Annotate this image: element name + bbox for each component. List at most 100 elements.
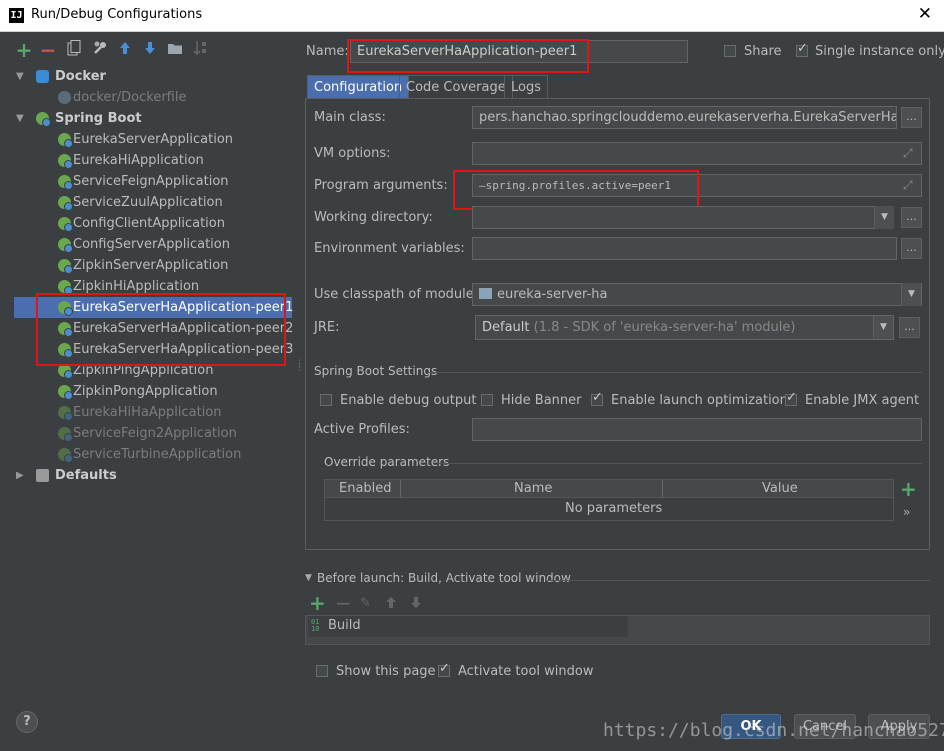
show-this-page-checkbox[interactable] [316,665,328,677]
vm-options-label: VM options: [314,146,391,161]
column-divider [662,480,663,497]
more-icon[interactable]: » [903,505,910,519]
apply-button[interactable]: Apply [868,714,930,739]
tree-node-docker[interactable]: ▼ Docker [14,66,292,87]
tree-item-config[interactable]: ConfigClientApplication [14,213,292,234]
jmx-agent-checkbox[interactable] [785,390,797,406]
move-task-up-icon[interactable] [385,596,397,613]
tree-item-config[interactable]: EurekaServerHaApplication-peer2 [14,318,293,339]
tab-logs[interactable]: Logs [504,75,548,98]
expand-icon[interactable]: ⤢ [903,146,913,161]
add-task-icon[interactable]: + [309,593,326,613]
environment-variables-browse-button[interactable]: ... [901,238,922,259]
main-class-input[interactable]: pers.hanchao.springclouddemo.eurekaserve… [472,106,897,129]
tab-configuration[interactable]: Configuration [307,75,410,98]
collapse-arrow-icon[interactable]: ▼ [305,573,312,583]
tree-item-config[interactable]: EurekaHiHaApplication [14,402,292,423]
column-header-enabled[interactable]: Enabled [339,481,392,496]
chevron-down-icon[interactable]: ▼ [901,283,921,306]
cancel-button[interactable]: Cancel [794,714,856,739]
move-task-down-icon[interactable] [410,596,422,613]
tree-item-config[interactable]: ServiceZuulApplication [14,192,292,213]
tree-item-config[interactable]: EurekaHiApplication [14,150,292,171]
single-instance-checkbox[interactable] [796,41,808,57]
debug-output-checkbox[interactable] [320,394,332,406]
jre-browse-button[interactable]: ... [899,317,920,338]
tree-item-label: ZipkinHiApplication [73,279,200,294]
program-arguments-input[interactable]: —spring.profiles.active=peer1 [472,174,922,197]
expanded-arrow-icon[interactable]: ▼ [16,66,24,87]
help-icon[interactable]: ? [16,711,38,733]
module-folder-icon [479,288,492,299]
tree-item-config[interactable]: EurekaServerHaApplication-peer1 [14,297,293,318]
spring-boot-icon [58,322,73,337]
tree-item-config[interactable]: EurekaServerApplication [14,129,292,150]
hide-banner-checkbox[interactable] [481,394,493,406]
expanded-arrow-icon[interactable]: ▼ [16,108,24,129]
spring-boot-icon [58,301,73,316]
working-directory-input[interactable] [472,206,894,229]
folder-icon[interactable] [165,40,185,60]
expand-icon[interactable]: ⤢ [903,178,913,193]
tree-item-config[interactable]: ZipkinServerApplication [14,255,292,276]
environment-variables-input[interactable] [472,237,897,260]
title-bar: IJ Run/Debug Configurations ✕ [0,0,944,32]
tree-item-label: ZipkinPingApplication [73,363,214,378]
tree-item-label: EurekaHiHaApplication [73,405,222,420]
activate-tool-window-checkbox[interactable] [438,661,450,677]
collapsed-arrow-icon[interactable]: ▶ [16,465,24,486]
active-profiles-input[interactable] [472,418,922,441]
chevron-down-icon[interactable]: ▼ [873,316,893,339]
tree-item-config[interactable]: ZipkinHiApplication [14,276,292,297]
debug-output-label: Enable debug output [340,393,477,408]
spring-boot-icon [58,175,73,190]
sort-icon[interactable] [190,40,210,60]
working-directory-browse-button[interactable]: ... [901,207,922,228]
column-header-name[interactable]: Name [514,481,552,496]
add-parameter-icon[interactable]: + [900,479,917,499]
dockerfile-error-icon [58,91,71,104]
spring-boot-icon [58,364,73,379]
chevron-down-icon[interactable]: ▼ [874,206,894,229]
tree-node-label: Defaults [55,468,117,483]
override-parameters-title: Override parameters [324,455,450,469]
add-icon[interactable]: + [14,40,34,60]
launch-optimization-label: Enable launch optimization [611,393,788,408]
move-down-icon[interactable] [140,40,160,60]
tree-item-dockerfile[interactable]: docker/Dockerfile [14,87,292,108]
move-up-icon[interactable] [115,40,135,60]
activate-tool-window-label: Activate tool window [458,664,594,679]
copy-icon[interactable] [64,40,84,60]
tree-item-config[interactable]: ZipkinPingApplication [14,360,292,381]
tree-item-config[interactable]: ZipkinPongApplication [14,381,292,402]
list-item[interactable]: 01 10 Build [308,616,628,637]
tree-item-config[interactable]: ConfigServerApplication [14,234,292,255]
tree-item-label: ServiceZuulApplication [73,195,223,210]
jre-label: JRE: [314,320,340,335]
jre-select[interactable]: Default (1.8 - SDK of 'eureka-server-ha'… [475,315,894,340]
close-icon[interactable]: ✕ [918,4,932,24]
wrench-icon[interactable] [90,40,110,60]
before-launch-title: Before launch: Build, Activate tool wind… [317,571,571,585]
classpath-module-select[interactable]: eureka-server-ha [472,283,922,306]
edit-task-icon[interactable]: ✎ [360,596,371,611]
launch-optimization-checkbox[interactable] [591,390,603,406]
remove-icon[interactable]: − [38,40,58,60]
tree-node-spring-boot[interactable]: ▼ Spring Boot [14,108,292,129]
tab-code-coverage[interactable]: Code Coverage [399,75,513,98]
tree-node-defaults[interactable]: ▶ Defaults [14,465,292,486]
tree-item-label: ZipkinServerApplication [73,258,229,273]
remove-task-icon[interactable]: − [335,593,352,613]
tree-item-config[interactable]: ServiceTurbineApplication [14,444,292,465]
ok-button[interactable]: OK [721,714,781,739]
splitter-grip[interactable]: ⋮ ⋮ [295,360,304,373]
tree-item-config[interactable]: EurekaServerHaApplication-peer3 [14,339,293,360]
tree-item-config[interactable]: ServiceFeignApplication [14,171,292,192]
share-checkbox[interactable] [724,45,736,57]
vm-options-input[interactable] [472,142,922,165]
name-input[interactable]: EurekaServerHaApplication-peer1 [350,40,688,63]
tree-item-config[interactable]: ServiceFeign2Application [14,423,292,444]
main-class-browse-button[interactable]: ... [901,107,922,128]
column-header-value[interactable]: Value [762,481,798,496]
working-directory-label: Working directory: [314,210,433,225]
